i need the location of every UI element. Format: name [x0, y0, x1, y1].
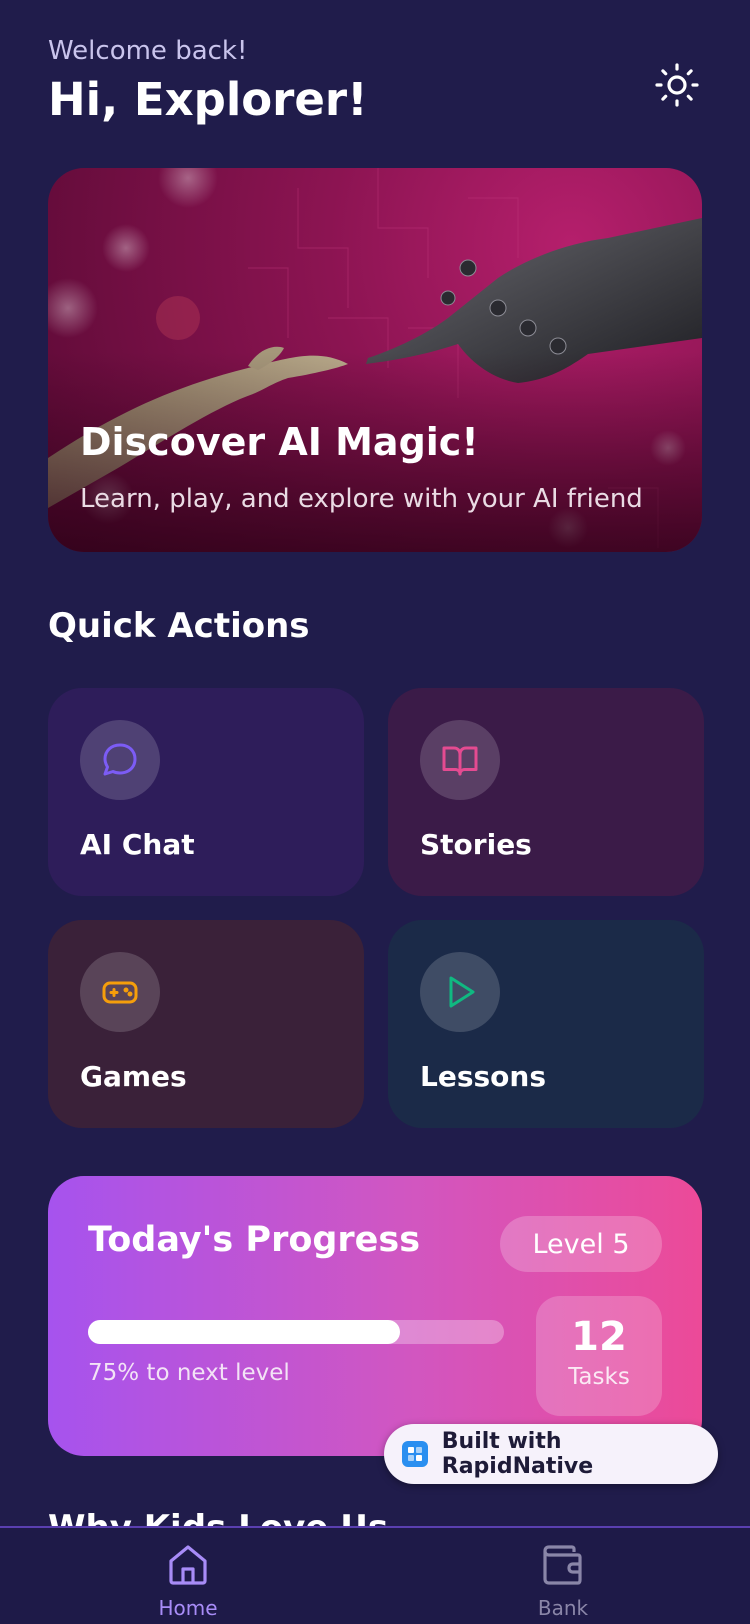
stories-card[interactable]: Stories — [388, 688, 704, 896]
built-with-text: Built with RapidNative — [441, 1429, 594, 1479]
games-card[interactable]: Games — [48, 920, 364, 1128]
home-icon — [169, 1545, 207, 1585]
chat-bubble-icon — [103, 743, 137, 776]
hero-title: Discover AI Magic! — [80, 420, 479, 464]
level-badge: Level 5 — [500, 1216, 662, 1272]
lessons-icon-circle — [420, 952, 500, 1032]
tab-bank-label: Bank — [537, 1596, 589, 1620]
tab-home-label: Home — [158, 1596, 218, 1620]
next-section-title: Why Kids Love Us — [48, 1508, 388, 1526]
ai-chat-label: AI Chat — [80, 828, 195, 861]
tasks-count: 12 — [571, 1314, 627, 1360]
quick-actions-title: Quick Actions — [48, 606, 310, 646]
progress-caption: 75% to next level — [88, 1360, 290, 1386]
games-icon-circle — [80, 952, 160, 1032]
stories-icon-circle — [420, 720, 500, 800]
sun-icon — [655, 63, 699, 107]
ai-chat-card[interactable]: AI Chat — [48, 688, 364, 896]
built-with-badge[interactable]: Built with RapidNative — [384, 1424, 718, 1484]
games-label: Games — [80, 1060, 187, 1093]
gamepad-icon — [102, 981, 138, 1004]
tab-home[interactable]: Home — [128, 1542, 248, 1620]
wallet-icon — [543, 1545, 582, 1585]
progress-bar-fill — [88, 1320, 400, 1344]
lessons-card[interactable]: Lessons — [388, 920, 704, 1128]
hero-banner[interactable]: Discover AI Magic! Learn, play, and expl… — [48, 168, 702, 552]
rapidnative-logo-icon — [402, 1441, 428, 1467]
progress-bar-track — [88, 1320, 504, 1344]
hero-subtitle: Learn, play, and explore with your AI fr… — [80, 484, 643, 514]
book-open-icon — [442, 746, 478, 776]
tasks-label: Tasks — [568, 1364, 630, 1390]
tasks-counter: 12 Tasks — [536, 1296, 662, 1416]
header: Welcome back! Hi, Explorer! — [48, 34, 702, 134]
theme-toggle-button[interactable] — [652, 60, 702, 110]
greeting-title: Hi, Explorer! — [48, 73, 368, 126]
play-icon — [449, 976, 475, 1008]
ai-chat-icon-circle — [80, 720, 160, 800]
stories-label: Stories — [420, 828, 532, 861]
progress-title: Today's Progress — [88, 1220, 421, 1260]
bottom-tab-bar: Home Bank — [0, 1526, 750, 1624]
welcome-text: Welcome back! — [48, 36, 248, 66]
lessons-label: Lessons — [420, 1060, 546, 1093]
progress-card[interactable]: Today's Progress Level 5 75% to next lev… — [48, 1176, 702, 1456]
tab-bank[interactable]: Bank — [503, 1542, 623, 1620]
